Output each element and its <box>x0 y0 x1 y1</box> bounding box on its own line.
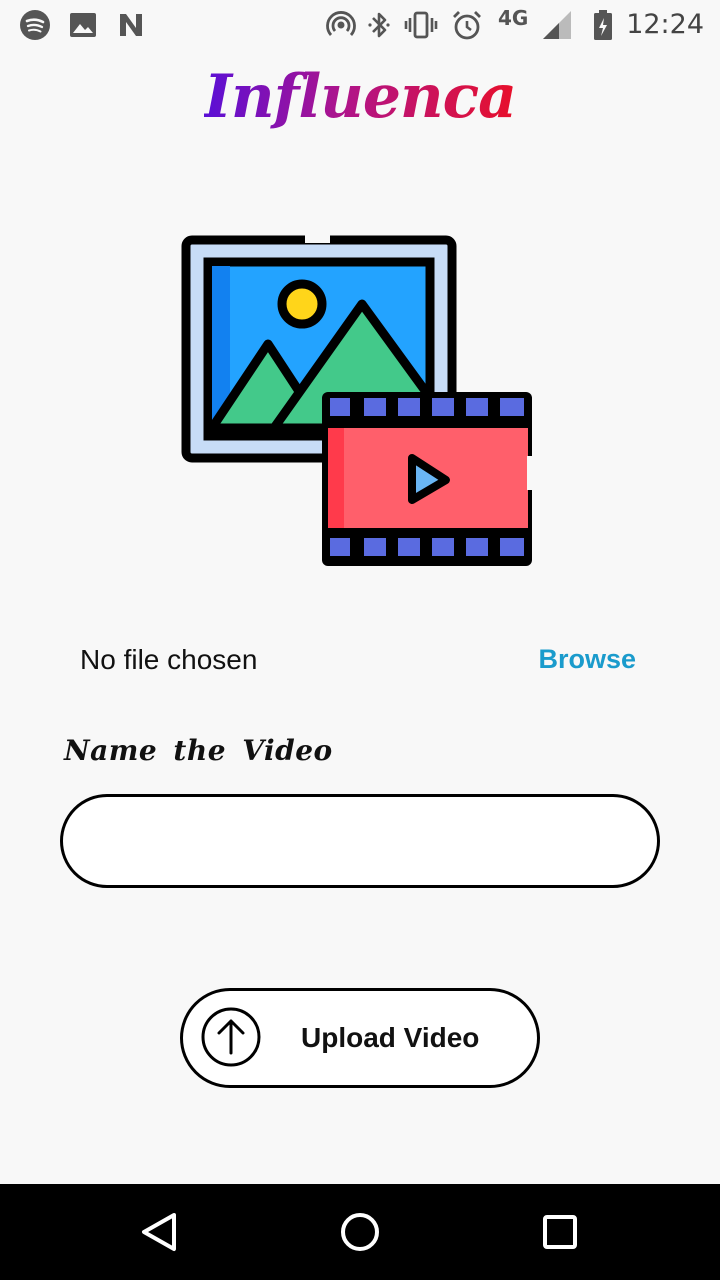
app-title: Influenca <box>203 62 517 132</box>
app-logo: Influenca <box>0 62 720 132</box>
video-name-label: Name the Video <box>64 734 333 767</box>
spotify-icon <box>18 8 52 42</box>
screen: 4G 12:24 Influenca No file chosen Browse… <box>0 0 720 1280</box>
upload-video-label: Upload Video <box>301 1022 480 1053</box>
photo-video-icon <box>180 229 540 574</box>
arrow-up-circle-icon <box>201 1007 261 1067</box>
network-type-label: 4G <box>498 6 529 30</box>
video-name-input[interactable] <box>60 794 660 888</box>
bluetooth-icon <box>362 8 396 42</box>
n-app-icon <box>114 8 148 42</box>
recents-icon[interactable] <box>534 1206 586 1258</box>
browse-button[interactable]: Browse <box>538 644 636 675</box>
hotspot-icon <box>324 8 358 42</box>
image-icon <box>66 8 100 42</box>
upload-video-button[interactable]: Upload Video <box>180 988 540 1088</box>
back-icon[interactable] <box>134 1206 186 1258</box>
home-icon[interactable] <box>334 1206 386 1258</box>
vibrate-icon <box>404 8 438 42</box>
alarm-icon <box>450 8 484 42</box>
status-bar: 4G 12:24 <box>0 0 720 48</box>
signal-icon <box>540 8 574 42</box>
battery-icon <box>586 8 620 42</box>
clock-time: 12:24 <box>626 9 704 40</box>
navigation-bar <box>0 1184 720 1280</box>
file-status-text: No file chosen <box>80 644 258 675</box>
